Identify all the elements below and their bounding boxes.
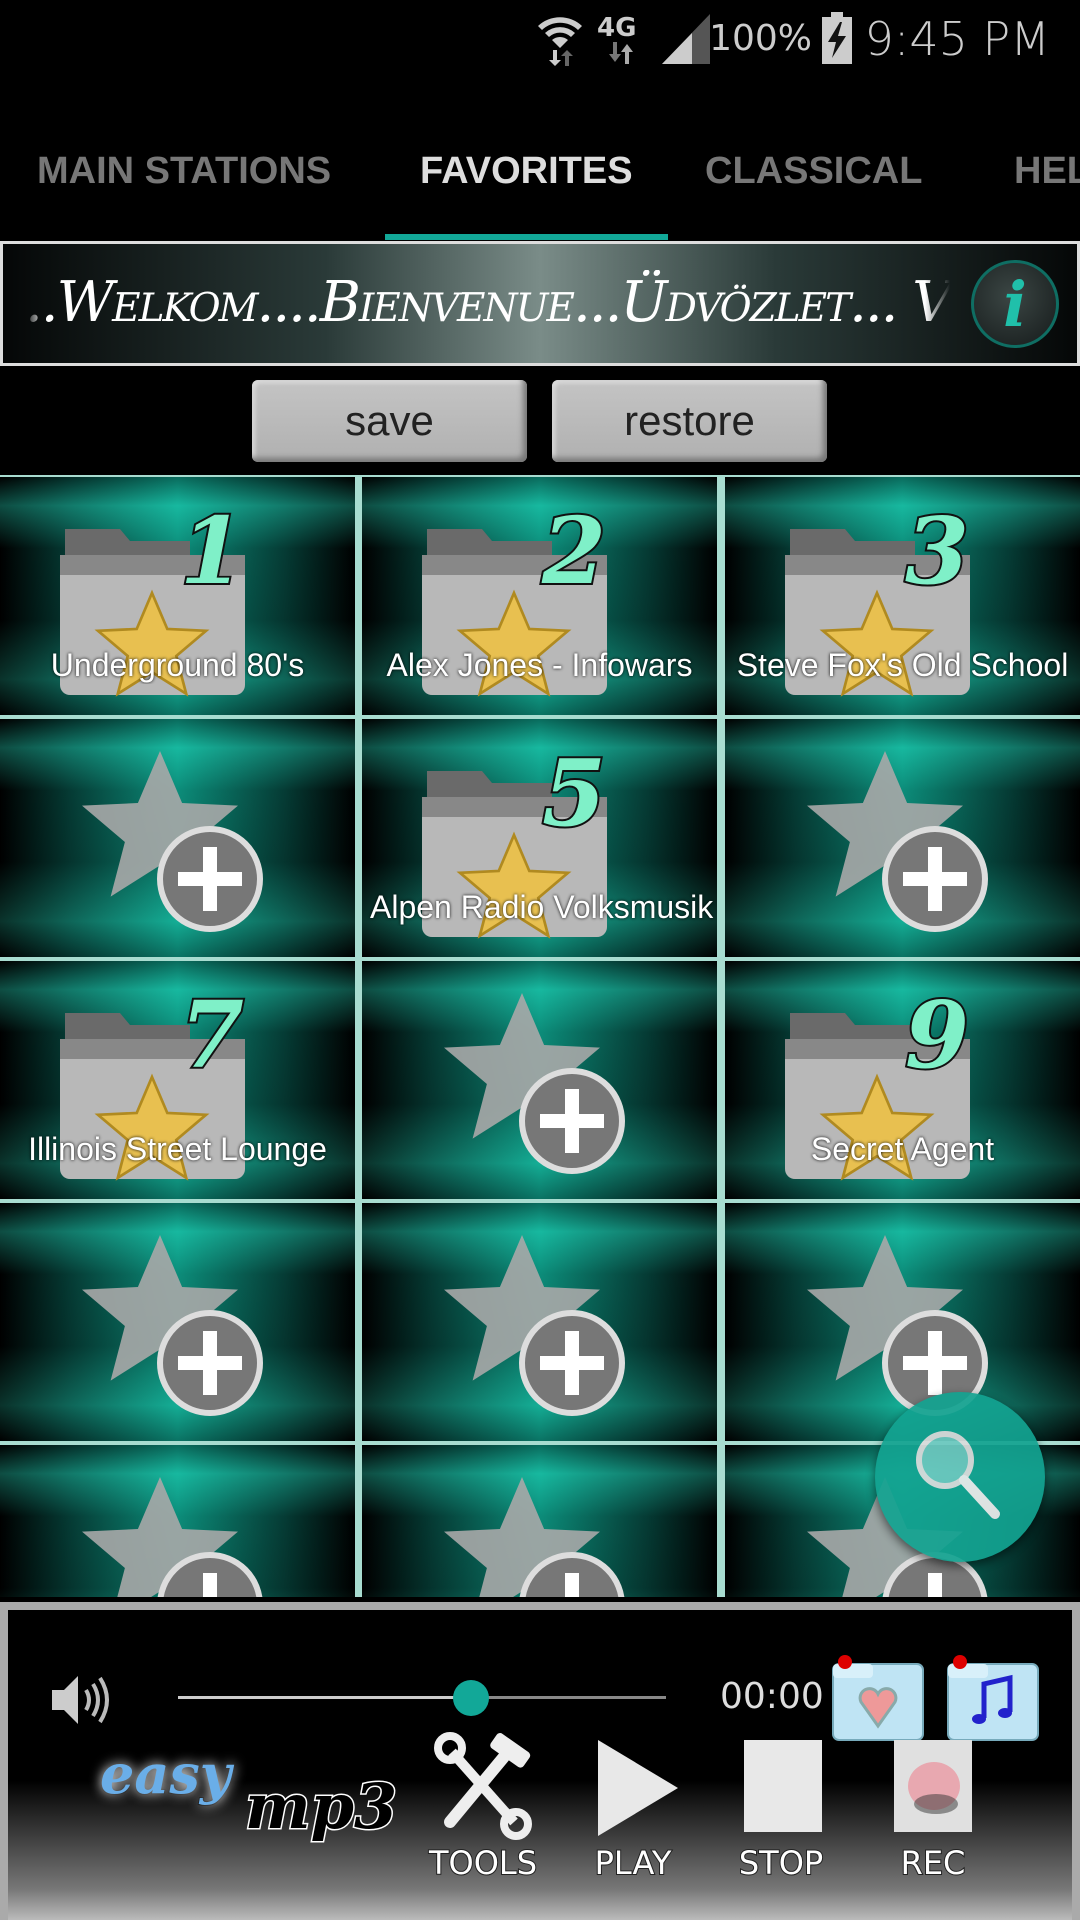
slot-number: 2 [540,495,608,607]
stop-button[interactable]: STOP [726,1730,836,1883]
empty-favorite-slot[interactable] [362,961,717,1199]
info-button[interactable]: i [971,260,1059,348]
empty-favorite-slot[interactable] [362,1445,717,1597]
favorite-slot[interactable]: 5 Alpen Radio Volksmusik [362,719,717,957]
stop-icon [744,1740,822,1832]
station-name: Underground 80's [50,647,305,683]
playback-time: 00:00 [720,1676,824,1717]
add-favorite-icon [444,993,625,1174]
favorite-slot[interactable]: 2 Alex Jones - Infowars [362,477,717,715]
welcome-marquee: ..Welkom....Bienvenue...Üdvözlet... Velk… [25,270,950,335]
rec-label: REC [900,1843,967,1883]
play-button[interactable]: PLAY [578,1730,688,1883]
station-name: Alex Jones - Infowars [386,647,693,683]
tab-favorites[interactable]: FAVORITES [420,150,633,193]
add-favorite-icon [82,1477,263,1597]
active-tab-indicator [385,234,668,240]
battery-percent: 100% [709,18,812,59]
easymp3-logo: easy mp3 [99,1741,399,1845]
search-button[interactable] [875,1392,1045,1562]
play-label: PLAY [594,1843,673,1883]
volume-slider-fill [178,1696,471,1699]
status-bar: 4G 100% 9:45 PM [0,0,1080,80]
slot-number: 3 [903,495,971,607]
clock: 9:45 PM [864,12,1050,66]
play-icon [598,1740,678,1836]
favorite-slot[interactable]: 7 Illinois Street Lounge [0,961,355,1199]
svg-text:4G: 4G [597,13,636,43]
4g-lte-icon: 4G [597,13,636,64]
player-panel: 00:00 easy mp3 TOOLS PLAY STOP REC [0,1602,1080,1920]
empty-favorite-slot[interactable] [362,1203,717,1441]
station-name: Illinois Street Lounge [28,1131,327,1167]
wifi-icon [538,17,582,66]
record-button[interactable]: REC [878,1730,988,1883]
add-favorite-icon [82,751,263,932]
tab-classical[interactable]: CLASSICAL [705,150,922,193]
favorite-slot[interactable]: 9 Secret Agent [725,961,1080,1199]
volume-slider-thumb[interactable] [452,1680,489,1716]
slot-number: 1 [178,495,246,607]
favorites-folder-button[interactable] [831,1652,925,1742]
tab-help[interactable]: HEL [1014,150,1080,193]
volume-slider[interactable] [178,1696,666,1699]
restore-button[interactable]: restore [552,380,827,462]
record-icon [894,1740,972,1832]
slot-number: 7 [178,979,246,1091]
add-favorite-icon [807,751,988,932]
empty-favorite-slot[interactable] [0,1445,355,1597]
tools-icon [434,1732,532,1840]
empty-favorite-slot[interactable] [0,719,355,957]
volume-icon[interactable] [48,1670,118,1730]
battery-charging-icon [822,12,852,64]
slot-number: 9 [903,979,971,1091]
stop-label: STOP [738,1843,824,1883]
tools-label: TOOLS [428,1843,538,1883]
add-favorite-icon [444,1477,625,1597]
favorite-slot[interactable]: 3 Steve Fox's Old School [725,477,1080,715]
favorite-slot[interactable]: 1 Underground 80's [0,477,355,715]
station-name: Steve Fox's Old School [736,647,1069,683]
tab-bar: MAIN STATIONS FAVORITES CLASSICAL HEL [0,100,1080,240]
add-favorite-icon [444,1235,625,1416]
station-name: Secret Agent [810,1131,995,1167]
music-folder-button[interactable] [946,1652,1040,1742]
welcome-banner: ..Welkom....Bienvenue...Üdvözlet... Velk… [0,241,1080,366]
tab-main-stations[interactable]: MAIN STATIONS [37,150,331,193]
add-favorite-icon [82,1235,263,1416]
station-name: Alpen Radio Volksmusik [370,889,714,925]
slot-number: 5 [540,737,608,849]
empty-favorite-slot[interactable] [0,1203,355,1441]
search-icon [916,1431,1000,1519]
signal-icon [662,14,710,64]
tools-button[interactable]: TOOLS [428,1730,538,1883]
empty-favorite-slot[interactable] [725,719,1080,957]
save-button[interactable]: save [252,380,527,462]
